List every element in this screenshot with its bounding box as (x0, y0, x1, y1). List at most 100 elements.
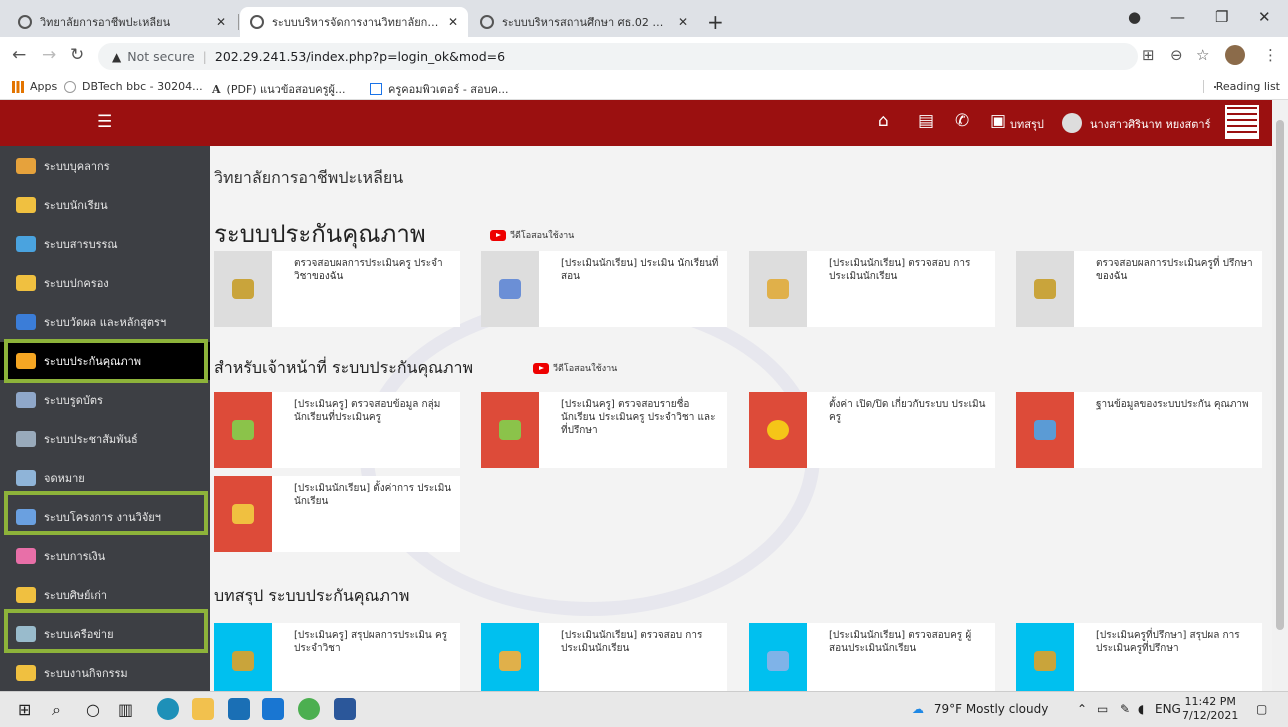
sidebar-item-students[interactable]: ระบบนักเรียน (0, 186, 210, 224)
card-check-advisor-eval[interactable]: ตรวจสอบผลการประเมินครูที่ ปรึกษาของฉัน (1016, 251, 1262, 327)
word-icon[interactable] (334, 698, 356, 720)
card-summary-teacher-student[interactable]: [ประเมินนักเรียน] ตรวจสอบครู ผู้สอนประเม… (749, 623, 995, 691)
chat-notification-icon[interactable]: ✆ (955, 111, 969, 131)
home-icon[interactable]: ⌂ (878, 111, 889, 131)
bookmark-pdf[interactable]: A (PDF) แนวข้อสอบครูผู้... (212, 80, 345, 98)
maximize-button[interactable]: ❐ (1215, 8, 1228, 26)
card-summary-advisor-eval[interactable]: [ประเมินครูที่ปรึกษา] สรุปผล การประเมินค… (1016, 623, 1262, 691)
address-bar[interactable]: ▲ Not secure | 202.29.241.53/index.php?p… (98, 43, 1138, 70)
pen-tray-icon[interactable]: ✎ (1120, 702, 1130, 716)
tab-management[interactable]: ระบบบริหารจัดการงานวิทยาลัยการอาชี ✕ (240, 7, 468, 37)
video-tutorial-link[interactable]: วีดีโอสอนใช้งาน (533, 361, 617, 375)
windows-start-icon[interactable]: ⊞ (18, 700, 31, 719)
card-student-eval-settings[interactable]: [ประเมินนักเรียน] ตั้งค่าการ ประเมินนักเ… (214, 476, 460, 552)
card-summary-student-eval[interactable]: [ประเมินนักเรียน] ตรวจสอบ การประเมินนักเ… (481, 623, 727, 691)
window-close-button[interactable]: ✕ (1258, 8, 1271, 26)
sidebar-item-label: ระบบสารบรรณ (44, 238, 118, 251)
card-qa-database[interactable]: ฐานข้อมูลของระบบประกัน คุณภาพ (1016, 392, 1262, 468)
notification-icon[interactable]: ▢ (1256, 702, 1267, 716)
sidebar-item-activities[interactable]: ระบบงานกิจกรรม (0, 654, 210, 692)
card-check-student-groups[interactable]: [ประเมินครู] ตรวจสอบข้อมูล กลุ่มนักเรียน… (214, 392, 460, 468)
close-icon[interactable]: ✕ (216, 15, 226, 29)
tab-search-icon[interactable]: ● (1128, 8, 1141, 26)
card-icon-area (214, 476, 272, 552)
bookmark-teacher[interactable]: ครูคอมพิวเตอร์ - สอบค... (370, 80, 508, 98)
qr-code-icon[interactable] (1225, 105, 1259, 139)
mail-bird-icon (16, 236, 36, 252)
sidebar-item-finance[interactable]: ระบบการเงิน (0, 537, 210, 575)
edge-icon[interactable] (157, 698, 179, 720)
new-tab-button[interactable]: + (707, 10, 724, 34)
card-settings-open-close[interactable]: ตั้งค่า เปิด/ปิด เกี่ยวกับระบบ ประเมินคร… (749, 392, 995, 468)
bookmark-apps[interactable]: Apps (12, 80, 57, 93)
card-check-student-list[interactable]: [ประเมินครู] ตรวจสอบรายชื่อ นักเรียน ประ… (481, 392, 727, 468)
chart-icon (16, 314, 36, 330)
network-tray-icon[interactable]: ▭ (1097, 702, 1108, 716)
user-avatar[interactable] (1062, 113, 1082, 133)
bookmark-dbtech[interactable]: DBTech bbc - 30204... (64, 80, 203, 93)
minimize-button[interactable]: — (1170, 8, 1185, 26)
dbtech-icon (64, 80, 76, 93)
search-icon[interactable]: ⌕ (52, 700, 61, 720)
sidebar-item-label: ระบบการเงิน (44, 550, 106, 563)
url-text[interactable]: 202.29.241.53/index.php?p=login_ok&mod=6 (215, 49, 505, 64)
profile-avatar[interactable] (1225, 45, 1245, 65)
cortana-icon[interactable]: ○ (86, 700, 100, 719)
sidebar-item-personnel[interactable]: ระบบบุคลากร (0, 147, 210, 185)
card-icon-area (214, 623, 272, 691)
sidebar-item-discipline[interactable]: ระบบปกครอง (0, 264, 210, 302)
scrollbar-thumb[interactable] (1276, 120, 1284, 630)
system-clock[interactable]: 11:42 PM 7/12/2021 (1182, 695, 1238, 723)
tab-label: ระบบบริหารสถานศึกษา ศธ.02 ออนไล (502, 16, 670, 29)
file-explorer-icon[interactable] (192, 698, 214, 720)
language-indicator[interactable]: ENG (1155, 702, 1181, 716)
weather-widget[interactable]: ☁ 79°F Mostly cloudy (912, 702, 1048, 716)
zoom-icon[interactable]: ⊖ (1170, 46, 1183, 64)
hamburger-menu-icon[interactable]: ☰ (97, 112, 112, 132)
reload-icon[interactable]: ↻ (70, 45, 84, 65)
sidebar-item-assessment[interactable]: ระบบวัดผล และหลักสูตรฯ (0, 303, 210, 341)
close-icon[interactable]: ✕ (448, 15, 458, 29)
database-icon (1034, 420, 1056, 440)
user-name[interactable]: นางสาวศิรินาท หยงสตาร์ (1090, 115, 1210, 133)
video-tutorial-link[interactable]: วีดีโอสอนใช้งาน (490, 228, 574, 242)
card-summary-teacher-eval[interactable]: [ประเมินครู] สรุปผลการประเมิน ครูประจำวิ… (214, 623, 460, 691)
card-evaluate-students[interactable]: [ประเมินนักเรียน] ประเมิน นักเรียนที่สอน (481, 251, 727, 327)
card-check-teacher-eval[interactable]: ตรวจสอบผลการประเมินครู ประจำวิชาของฉัน (214, 251, 460, 327)
card-text: [ประเมินนักเรียน] ประเมิน นักเรียนที่สอน (561, 258, 719, 282)
card-text: [ประเมินนักเรียน] ตรวจสอบ การประเมินนักเ… (829, 258, 971, 282)
summary-icon[interactable]: ▣ (990, 111, 1006, 131)
card-icon-area (1016, 251, 1074, 327)
sidebar-item-label: ระบบวัดผล และหลักสูตรฯ (44, 316, 167, 329)
mail-icon[interactable] (262, 698, 284, 720)
not-secure-label[interactable]: Not secure (127, 49, 194, 64)
card-icon-area (214, 392, 272, 468)
page-scrollbar[interactable] (1272, 100, 1288, 691)
document-icon[interactable]: ▤ (918, 111, 934, 131)
menu-kebab-icon[interactable]: ⋮ (1263, 46, 1278, 64)
volume-icon[interactable]: ◖ (1138, 702, 1144, 716)
card-icon-area (749, 623, 807, 691)
reading-list-button[interactable]: Reading list (1202, 80, 1280, 93)
back-arrow-icon[interactable]: ← (12, 45, 26, 65)
summary-link[interactable]: บทสรุป (1010, 115, 1044, 133)
folder-check-icon (232, 279, 254, 299)
close-icon[interactable]: ✕ (678, 15, 688, 29)
sidebar-item-pr[interactable]: ระบบประชาสัมพันธ์ (0, 420, 210, 458)
star-icon[interactable]: ☆ (1196, 46, 1209, 64)
chrome-icon[interactable] (298, 698, 320, 720)
tab-school-admin[interactable]: ระบบบริหารสถานศึกษา ศธ.02 ออนไล ✕ (470, 7, 698, 37)
task-view-icon[interactable]: ▥ (118, 700, 133, 719)
sidebar-item-documents[interactable]: ระบบสารบรรณ (0, 225, 210, 263)
piggy-bank-icon (16, 548, 36, 564)
card-check-student-eval[interactable]: [ประเมินนักเรียน] ตรวจสอบ การประเมินนักเ… (749, 251, 995, 327)
translate-icon[interactable]: ⊞ (1142, 46, 1155, 64)
warning-icon[interactable]: ▲ (112, 50, 121, 64)
store-icon[interactable] (228, 698, 250, 720)
sidebar-item-card-scan[interactable]: ระบบรูดบัตร (0, 381, 210, 419)
user-gear-icon (232, 504, 254, 524)
folder-check-icon (1034, 279, 1056, 299)
forward-arrow-icon[interactable]: → (42, 45, 56, 65)
tray-chevron-icon[interactable]: ⌃ (1077, 702, 1087, 716)
tab-college[interactable]: วิทยาลัยการอาชีพปะเหลียน ✕ (8, 7, 236, 37)
